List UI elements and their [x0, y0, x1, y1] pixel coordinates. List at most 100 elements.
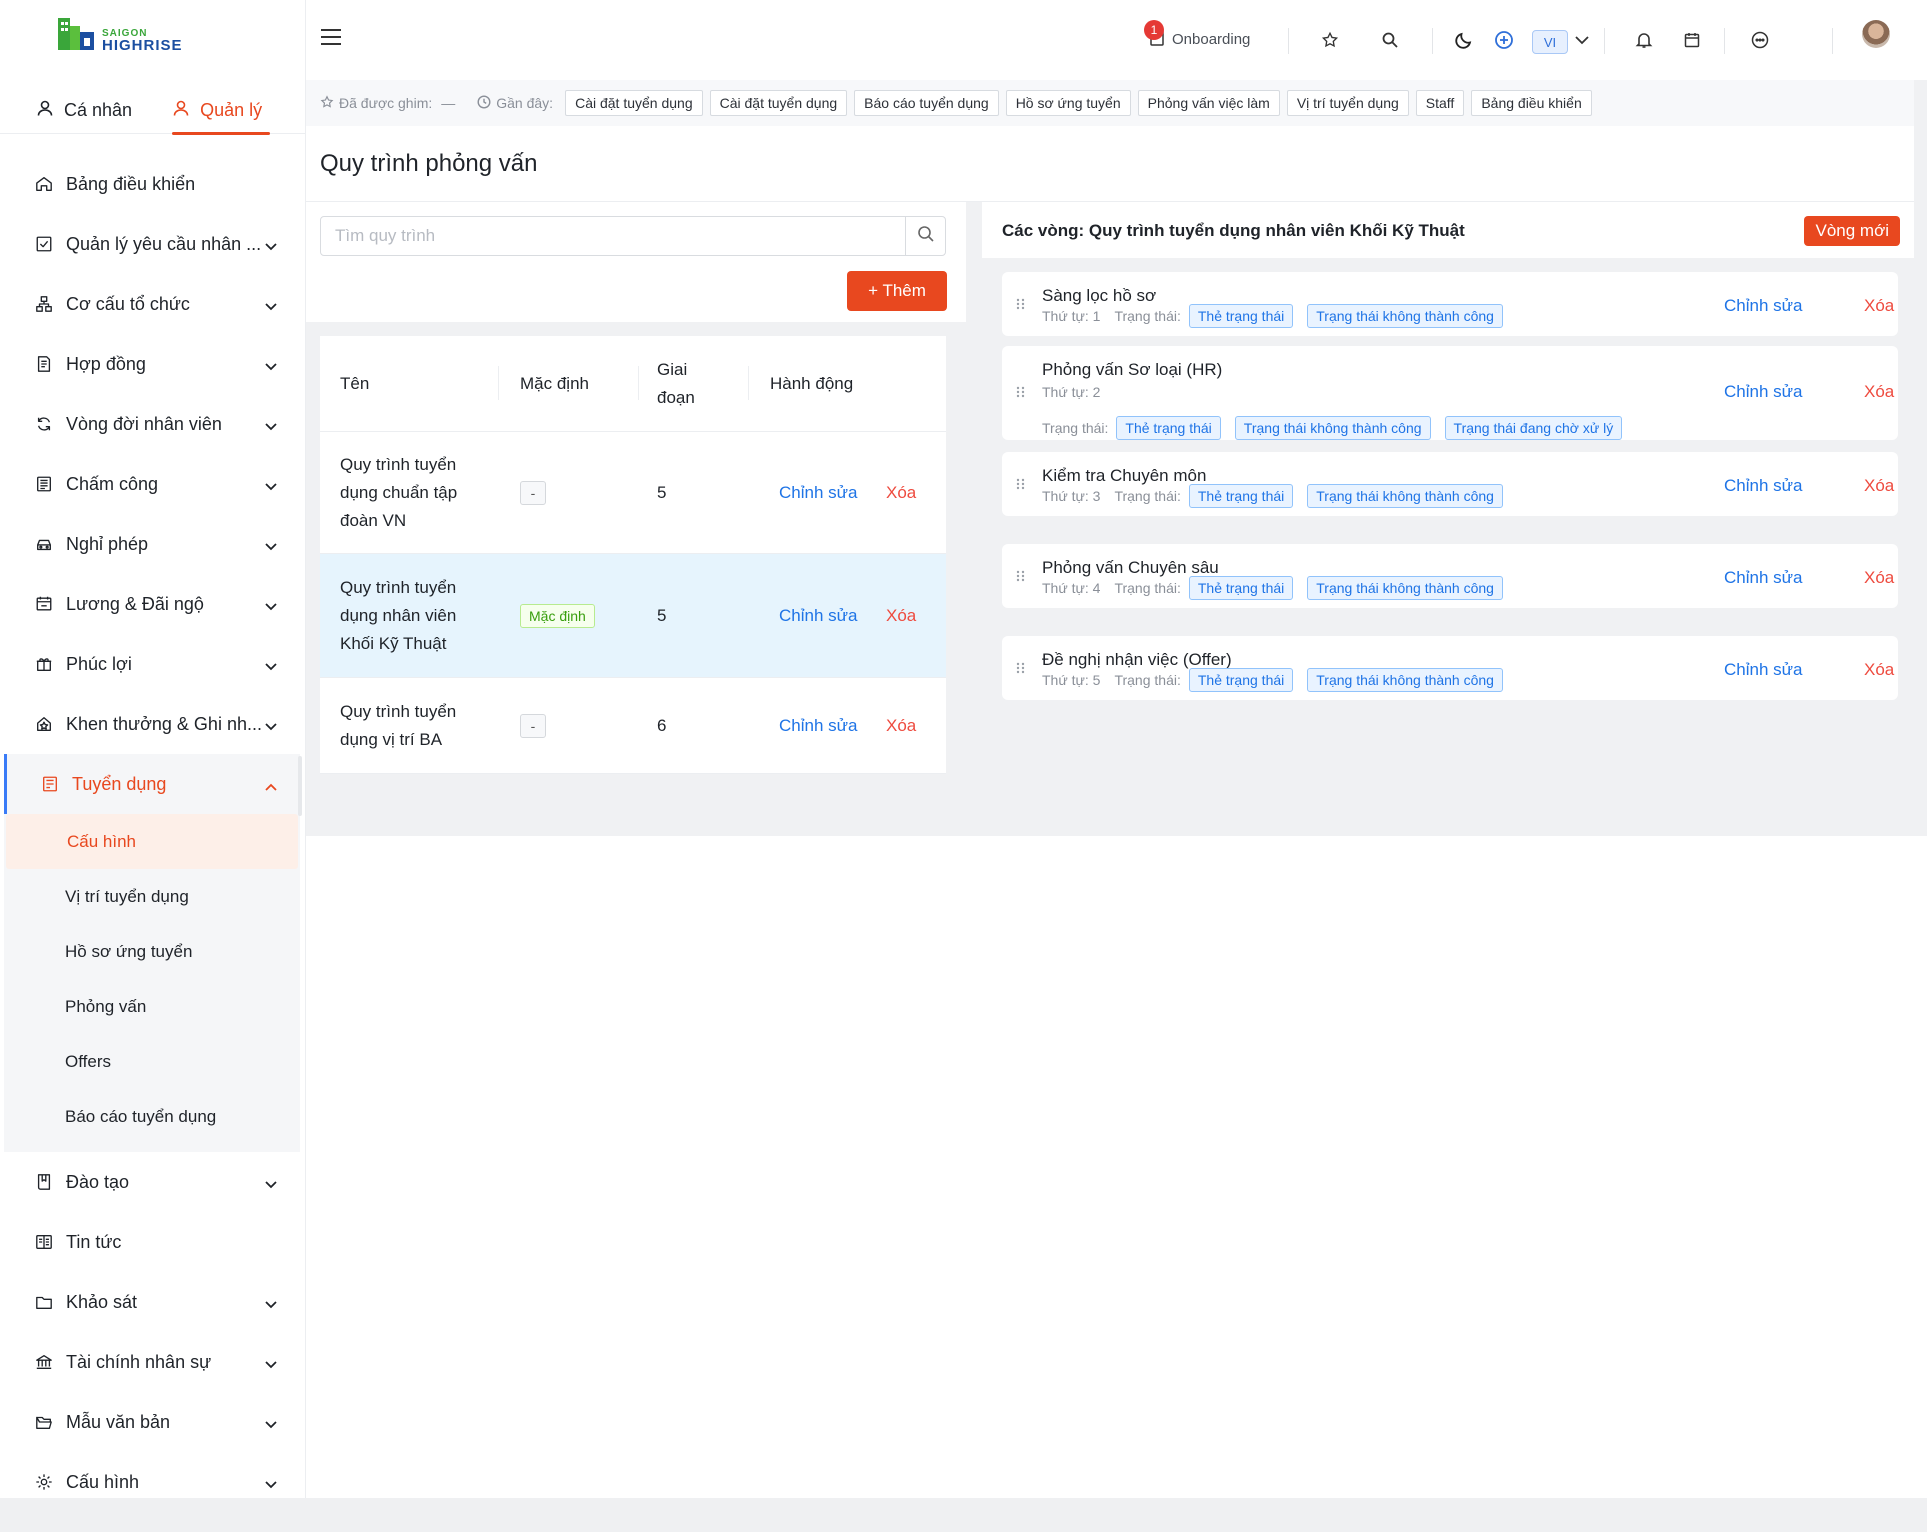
chat-icon[interactable]	[1750, 30, 1770, 50]
sidebar-item-khao-sat[interactable]: Khảo sát	[0, 1272, 300, 1332]
recent-chip[interactable]: Bảng điều khiển	[1471, 90, 1592, 116]
sidebar-item-bang-dieu-khien[interactable]: Bảng điều khiển	[0, 154, 300, 214]
avatar[interactable]	[1862, 20, 1890, 48]
table-row[interactable]: Quy trình tuyển dụng chuẩn tập đoàn VN - 5…	[320, 432, 946, 554]
edit-round-link[interactable]: Chỉnh sửa	[1724, 660, 1802, 680]
submenu-item-bao-cao-tuyen-dung[interactable]: Báo cáo tuyển dụng	[4, 1089, 300, 1144]
brand-logo[interactable]: SAIGON HIGHRISE	[56, 14, 183, 53]
sidebar-item-mau-van-ban[interactable]: Mẫu văn bản	[0, 1392, 300, 1452]
drag-handle-icon[interactable]	[1016, 662, 1026, 677]
chevron-down-icon[interactable]	[1572, 30, 1592, 50]
delete-round-link[interactable]: Xóa	[1864, 476, 1894, 496]
delete-link[interactable]: Xóa	[886, 483, 916, 503]
add-process-button[interactable]: + Thêm	[847, 271, 947, 311]
sidebar-item-tai-chinh-nhan-su[interactable]: Tài chính nhân sự	[0, 1332, 300, 1392]
sidebar-item-luong-dai-ngo[interactable]: Lương & Đãi ngộ	[0, 574, 300, 634]
sidebar-item-tin-tuc[interactable]: Tin tức	[0, 1212, 300, 1272]
book-icon	[34, 1172, 54, 1192]
org-chart-icon	[34, 294, 54, 314]
drag-handle-icon[interactable]	[1016, 298, 1026, 313]
recent-chip[interactable]: Hồ sơ ứng tuyển	[1005, 90, 1131, 116]
sidebar-item-tuyen-dung[interactable]: Tuyển dụng	[4, 754, 300, 814]
calendar-icon[interactable]	[1682, 30, 1702, 50]
sidebar-item-vong-doi-nhan-vien[interactable]: Vòng đời nhân viên	[0, 394, 300, 454]
delete-round-link[interactable]: Xóa	[1864, 296, 1894, 316]
edit-link[interactable]: Chỉnh sửa	[779, 483, 857, 503]
recent-chip[interactable]: Báo cáo tuyển dụng	[854, 90, 999, 116]
chevron-down-icon	[264, 716, 278, 737]
drag-handle-icon[interactable]	[1016, 386, 1026, 401]
tab-personal[interactable]: Cá nhân	[0, 86, 132, 134]
new-round-button[interactable]: Vòng mới	[1804, 216, 1900, 246]
submenu-item-phong-van[interactable]: Phỏng vấn	[4, 979, 300, 1034]
sidebar-item-cham-cong[interactable]: Chấm công	[0, 454, 300, 514]
edit-round-link[interactable]: Chỉnh sửa	[1724, 568, 1802, 588]
sidebar-item-quan-ly-yeu-cau-nhan[interactable]: Quản lý yêu cầu nhân ...	[0, 214, 300, 274]
edit-link[interactable]: Chỉnh sửa	[779, 606, 857, 626]
recent-chip[interactable]: Cài đặt tuyển dụng	[709, 90, 848, 116]
search-button[interactable]	[905, 217, 945, 255]
star-icon[interactable]	[1320, 30, 1340, 50]
submenu-item-cau-hinh[interactable]: Cấu hình	[6, 814, 298, 869]
sidebar-item-phuc-loi[interactable]: Phúc lợi	[0, 634, 300, 694]
sidebar-item-dao-tao[interactable]: Đào tạo	[0, 1152, 300, 1212]
sidebar-item-khen-thuong-ghi-nh[interactable]: Khen thưởng & Ghi nh...	[0, 694, 300, 754]
user-icon	[36, 99, 54, 122]
sidebar-item-co-cau-to-chuc[interactable]: Cơ cấu tổ chức	[0, 274, 300, 334]
round-card[interactable]: Đề nghị nhận việc (Offer) Thứ tự: 5 Trạng …	[1002, 636, 1898, 700]
stage-count: 6	[657, 715, 667, 735]
chevron-down-icon	[264, 1294, 278, 1315]
round-card[interactable]: Phỏng vấn Chuyên sâu Thứ tự: 4 Trạng thái:…	[1002, 544, 1898, 608]
bell-icon[interactable]	[1634, 30, 1654, 50]
edit-link[interactable]: Chỉnh sửa	[779, 716, 857, 736]
round-card[interactable]: Kiểm tra Chuyên môn Thứ tự: 3 Trạng thái: T…	[1002, 452, 1898, 516]
edit-round-link[interactable]: Chỉnh sửa	[1724, 296, 1802, 316]
submenu-item-offers[interactable]: Offers	[4, 1034, 300, 1089]
recent-chip[interactable]: Cài đặt tuyển dụng	[565, 90, 703, 116]
edit-round-link[interactable]: Chỉnh sửa	[1724, 382, 1802, 402]
search-icon[interactable]	[1380, 30, 1400, 50]
drag-handle-icon[interactable]	[1016, 478, 1026, 493]
sidebar-item-nghi-phep[interactable]: Nghỉ phép	[0, 514, 300, 574]
round-meta: Thứ tự: 1 Trạng thái: Thẻ trạng thái Trạng …	[1042, 304, 1517, 328]
table-row[interactable]: Quy trình tuyển dụng vị trí BA - 6 Chỉnh sử…	[320, 678, 946, 774]
default-cell: -	[520, 713, 546, 738]
order-label: Thứ tự:	[1042, 308, 1089, 324]
status-tag: Thẻ trạng thái	[1188, 668, 1294, 692]
sidebar-scrollbar[interactable]	[298, 756, 302, 816]
sidebar-item-hop-dong[interactable]: Hợp đồng	[0, 334, 300, 394]
submenu-item-ho-so-ung-tuyen[interactable]: Hồ sơ ứng tuyển	[4, 924, 300, 979]
delete-round-link[interactable]: Xóa	[1864, 660, 1894, 680]
drag-handle-icon[interactable]	[1016, 570, 1026, 585]
round-name: Sàng lọc hồ sơ	[1042, 286, 1157, 305]
sidebar-item-label: Nghỉ phép	[66, 533, 149, 554]
delete-round-link[interactable]: Xóa	[1864, 382, 1894, 402]
delete-round-link[interactable]: Xóa	[1864, 568, 1894, 588]
submenu-item-vi-tri-tuyen-dung[interactable]: Vị trí tuyển dụng	[4, 869, 300, 924]
round-card[interactable]: Sàng lọc hồ sơ Thứ tự: 1 Trạng thái: Thẻ tr…	[1002, 272, 1898, 336]
table-row[interactable]: Quy trình tuyển dụng nhân viên Khối Kỹ T…	[320, 554, 946, 678]
delete-link[interactable]: Xóa	[886, 606, 916, 626]
dark-mode-icon[interactable]	[1454, 30, 1474, 50]
sidebar-item-label: Tuyển dụng	[72, 773, 167, 794]
cycle-icon	[34, 414, 54, 434]
status-tag: Thẻ trạng thái	[1116, 416, 1221, 440]
header-name: Tên	[340, 373, 370, 393]
status-tag: Trạng thái đang chờ xử lý	[1444, 416, 1623, 440]
edit-round-link[interactable]: Chỉnh sửa	[1724, 476, 1802, 496]
order-value: 2	[1092, 384, 1101, 400]
delete-link[interactable]: Xóa	[886, 716, 916, 736]
add-circle-icon[interactable]	[1494, 30, 1514, 50]
status-tag: Trạng thái không thành công	[1307, 484, 1503, 508]
tab-management[interactable]: Quản lý	[132, 86, 271, 135]
recent-chip[interactable]: Staff	[1415, 90, 1465, 116]
recent-chip[interactable]: Vị trí tuyển dụng	[1286, 90, 1409, 116]
folder-open-icon	[34, 1412, 54, 1432]
language-select[interactable]: VI	[1532, 30, 1568, 54]
recent-chip[interactable]: Phỏng vấn việc làm	[1137, 90, 1280, 116]
round-card[interactable]: Phỏng vấn Sơ loại (HR) Thứ tự: 2 Trạng thá…	[1002, 346, 1898, 440]
search-input[interactable]	[321, 217, 905, 255]
chevron-down-icon	[264, 1414, 278, 1435]
onboarding-button[interactable]: 1 Onboarding	[1144, 20, 1250, 50]
menu-toggle-icon[interactable]	[320, 28, 342, 51]
